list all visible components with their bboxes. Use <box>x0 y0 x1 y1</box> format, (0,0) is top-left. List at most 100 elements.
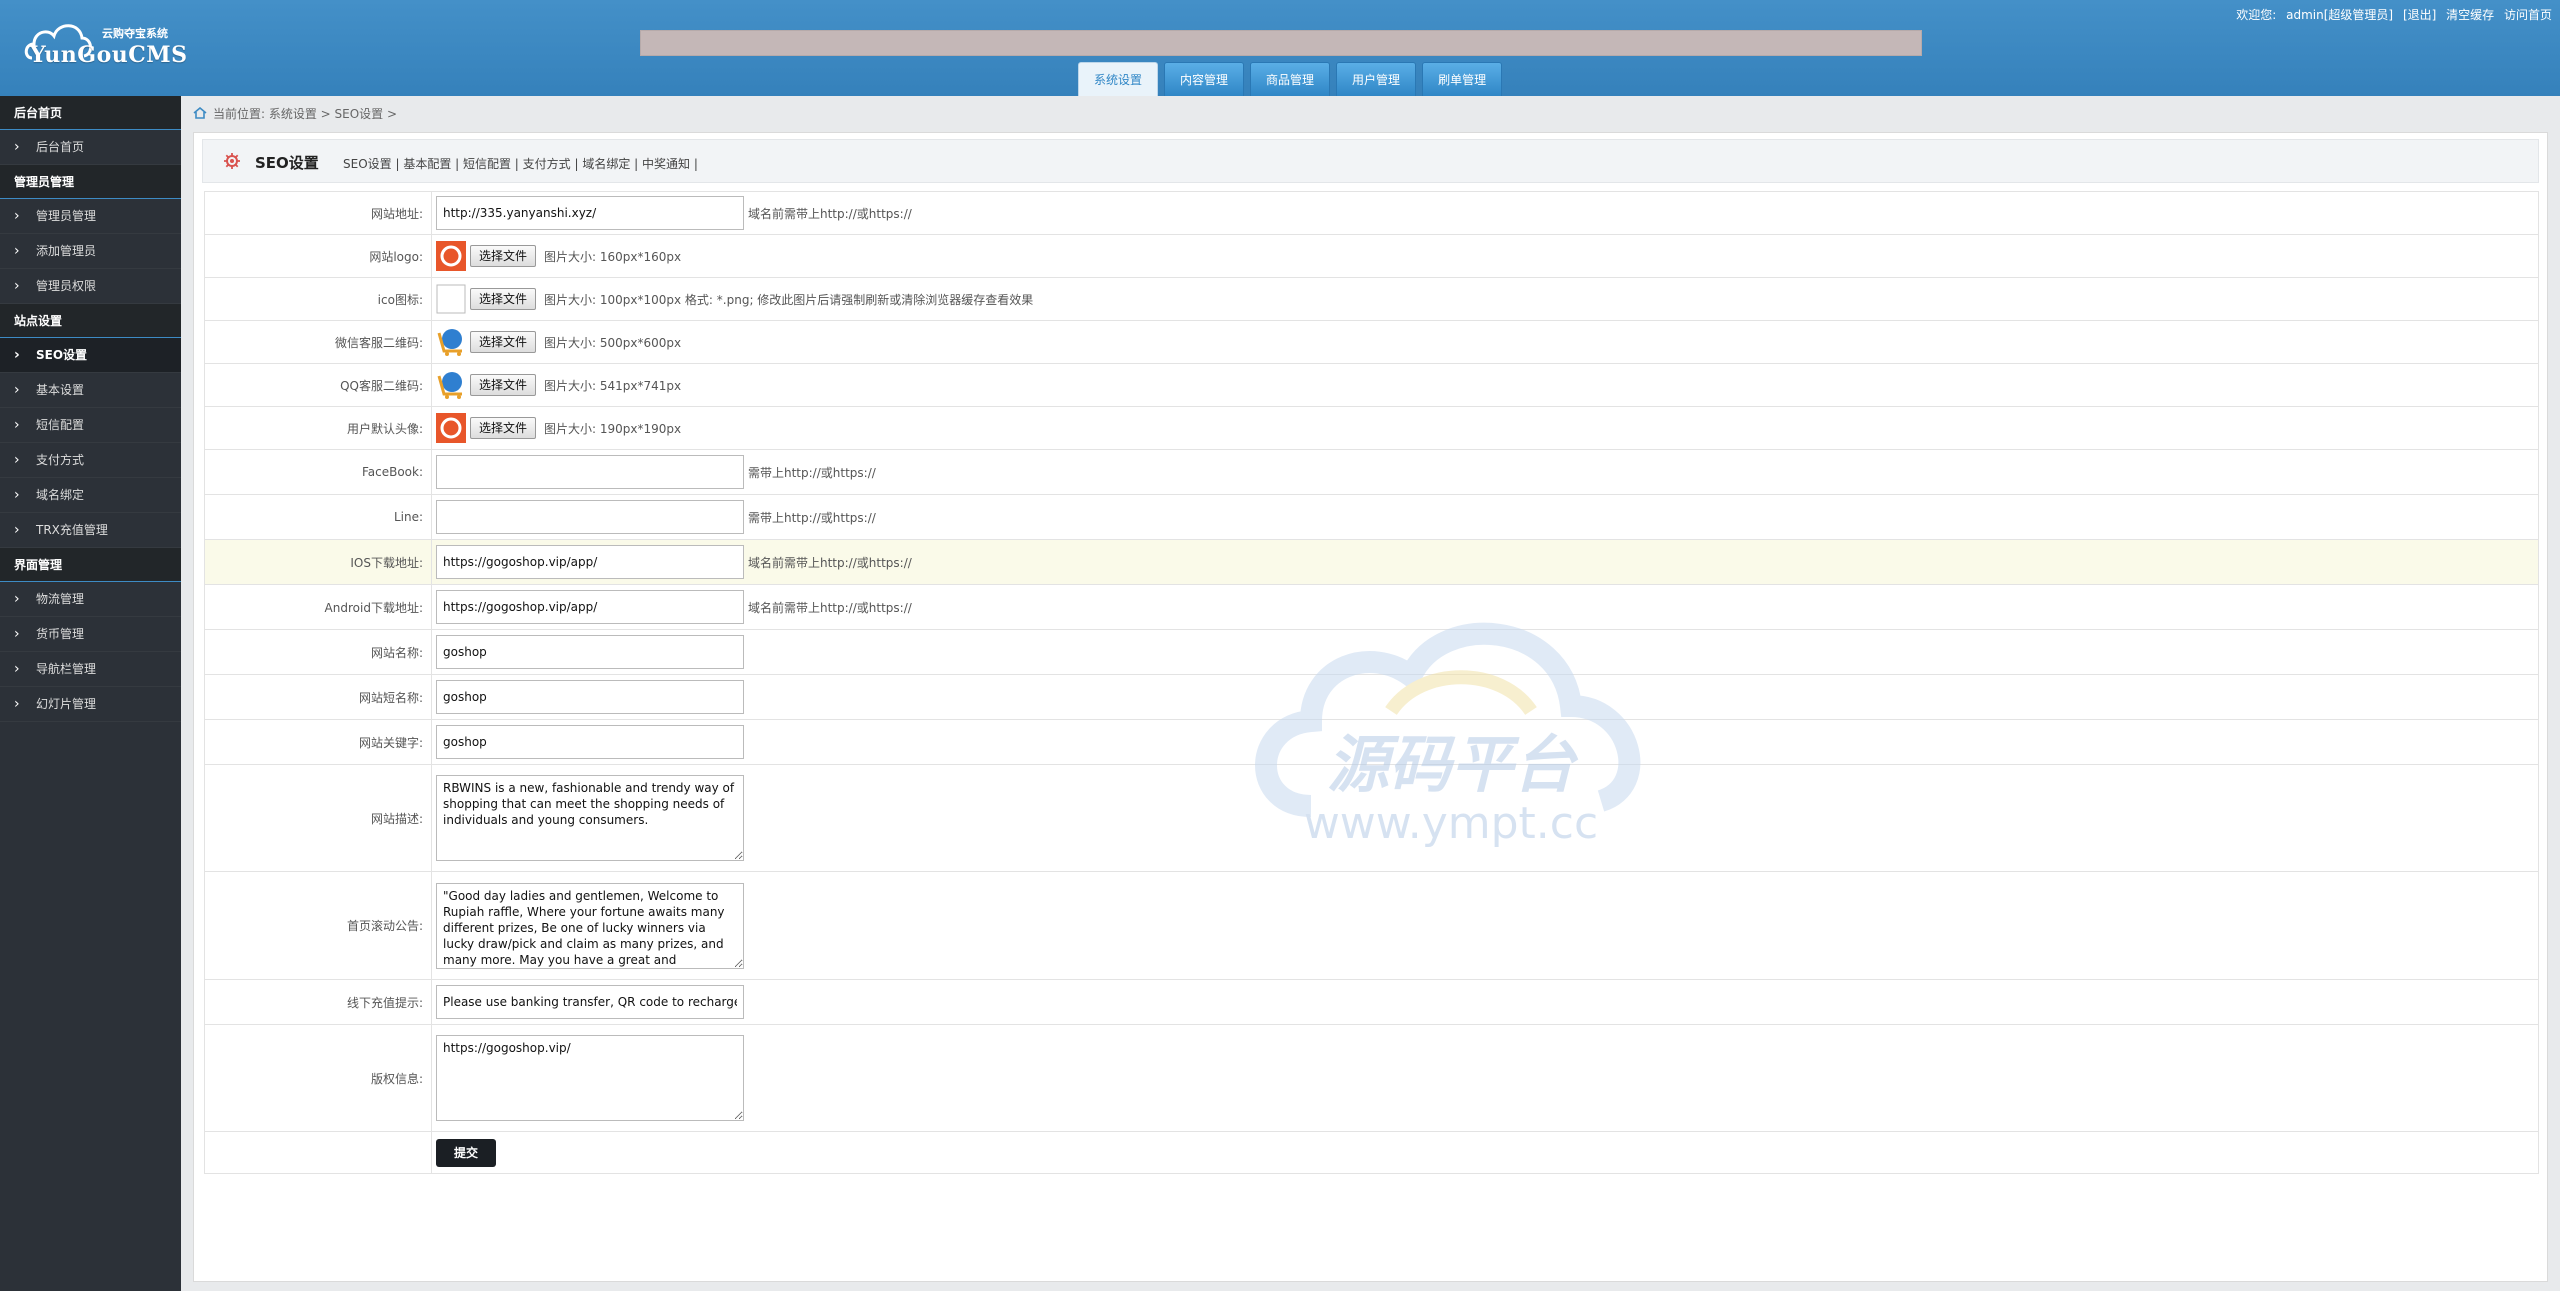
sidebar-item-trx[interactable]: › TRX充值管理 <box>0 513 181 548</box>
chevron-right-icon: › <box>14 347 20 363</box>
sidebar-item-label: 幻灯片管理 <box>36 697 97 711</box>
sidebar-item-label: 管理员管理 <box>36 209 97 223</box>
sidebar-item-navbar[interactable]: › 导航栏管理 <box>0 652 181 687</box>
sidebar-item-basic[interactable]: › 基本设置 <box>0 373 181 408</box>
gear-icon <box>224 153 240 169</box>
form-row-android: Android下载地址: 域名前需带上http://或https:// <box>204 584 2539 630</box>
chevron-right-icon: › <box>14 522 20 538</box>
current-user[interactable]: admin[超级管理员] <box>2286 8 2393 22</box>
site-url-input[interactable] <box>436 196 744 230</box>
sidebar-item-label: SEO设置 <box>36 348 88 362</box>
description-textarea[interactable]: RBWINS is a new, fashionable and trendy … <box>436 775 744 861</box>
top-header: 云购夺宝系统 YunGouCMS 欢迎您: admin[超级管理员] [退出] … <box>0 0 2560 96</box>
field-label: 版权信息: <box>204 1024 432 1132</box>
sidebar-item-logistics[interactable]: › 物流管理 <box>0 582 181 617</box>
visit-home-link[interactable]: 访问首页 <box>2504 8 2552 22</box>
ios-url-input[interactable] <box>436 545 744 579</box>
chevron-right-icon: › <box>14 139 20 155</box>
choose-logo-button[interactable]: 选择文件 <box>470 245 537 267</box>
cart-thumbnail-icon <box>437 329 462 356</box>
sidebar-item-slides[interactable]: › 幻灯片管理 <box>0 687 181 722</box>
home-icon <box>193 107 207 119</box>
main-tabs: 系统设置 内容管理 商品管理 用户管理 刷单管理 <box>1078 62 1503 96</box>
field-hint: 图片大小: 100px*100px 格式: *.png; 修改此图片后请强制刷新… <box>544 292 1034 307</box>
sidebar-section-site: 站点设置 <box>0 304 181 338</box>
line-input[interactable] <box>436 500 744 534</box>
tab-users[interactable]: 用户管理 <box>1336 62 1417 96</box>
chevron-right-icon: › <box>14 452 20 468</box>
copyright-textarea[interactable]: https://gogoshop.vip/ <box>436 1035 744 1121</box>
choose-wechat-qr-button[interactable]: 选择文件 <box>470 331 537 353</box>
chevron-right-icon: › <box>14 208 20 224</box>
notice-textarea[interactable]: "Good day ladies and gentlemen, Welcome … <box>436 882 744 969</box>
sidebar-section-home: 后台首页 <box>0 96 181 130</box>
android-url-input[interactable] <box>436 590 744 624</box>
site-short-name-input[interactable] <box>436 680 744 714</box>
clear-cache-link[interactable]: 清空缓存 <box>2446 8 2494 22</box>
sidebar: 后台首页 › 后台首页 管理员管理 › 管理员管理 › 添加管理员 › 管理员权限 站点… <box>0 96 181 1291</box>
submit-button[interactable]: 提交 <box>436 1138 497 1167</box>
sidebar-item-add-admin[interactable]: › 添加管理员 <box>0 234 181 269</box>
sidebar-section-admins: 管理员管理 <box>0 165 181 199</box>
field-hint: 图片大小: 500px*600px <box>544 335 682 350</box>
sidebar-item-sms[interactable]: › 短信配置 <box>0 408 181 443</box>
progress-bar <box>640 30 1922 56</box>
chevron-right-icon: › <box>14 661 20 677</box>
cart-thumbnail-icon <box>437 372 462 399</box>
sidebar-item-label: 短信配置 <box>36 418 85 432</box>
form-row-site-url: 网站地址: 域名前需带上http://或https:// <box>204 191 2539 235</box>
chevron-right-icon: › <box>14 591 20 607</box>
sidebar-item-dashboard[interactable]: › 后台首页 <box>0 130 181 165</box>
site-name-input[interactable] <box>436 635 744 669</box>
form-row-line: Line: 需带上http://或https:// <box>204 494 2539 540</box>
choose-qq-qr-button[interactable]: 选择文件 <box>470 374 537 396</box>
chevron-right-icon: › <box>14 626 20 642</box>
sidebar-item-domain[interactable]: › 域名绑定 <box>0 478 181 513</box>
sidebar-item-seo[interactable]: › SEO设置 <box>0 338 181 373</box>
sidebar-item-admin-perms[interactable]: › 管理员权限 <box>0 269 181 304</box>
sidebar-item-label: 基本设置 <box>36 383 85 397</box>
form-row-recharge-tip: 线下充值提示: <box>204 979 2539 1025</box>
field-hint: 需带上http://或https:// <box>748 510 876 525</box>
panel-title: SEO设置 <box>255 154 319 172</box>
top-user-bar: 欢迎您: admin[超级管理员] [退出] 清空缓存 访问首页 <box>2230 6 2552 23</box>
sidebar-item-label: TRX充值管理 <box>36 523 108 537</box>
logo-brand: YunGouCMS <box>30 42 188 68</box>
avatar-thumbnail-icon <box>436 413 466 443</box>
facebook-input[interactable] <box>436 455 744 489</box>
field-label: 网站名称: <box>204 629 432 675</box>
field-hint: 需带上http://或https:// <box>748 465 876 480</box>
field-hint: 图片大小: 541px*741px <box>544 378 682 393</box>
form-row-ios: IOS下载地址: 域名前需带上http://或https:// <box>204 539 2539 585</box>
form-row-submit: 提交 <box>204 1131 2539 1174</box>
choose-ico-button[interactable]: 选择文件 <box>470 288 537 310</box>
logo[interactable]: 云购夺宝系统 YunGouCMS <box>22 18 187 76</box>
tab-system-settings[interactable]: 系统设置 <box>1078 62 1159 96</box>
form-row-site-name: 网站名称: <box>204 629 2539 675</box>
keywords-input[interactable] <box>436 725 744 759</box>
tab-products[interactable]: 商品管理 <box>1250 62 1331 96</box>
panel-header: SEO设置 SEO设置 | 基本配置 | 短信配置 | 支付方式 | 域名绑定 … <box>202 139 2539 183</box>
panel-sub-links[interactable]: SEO设置 | 基本配置 | 短信配置 | 支付方式 | 域名绑定 | 中奖通知… <box>343 155 698 172</box>
field-label: Android下载地址: <box>204 584 432 630</box>
form-row-wechat-qr: 微信客服二维码: 选择文件 图片大小: 500px*600px <box>204 320 2539 364</box>
field-hint: 域名前需带上http://或https:// <box>748 600 912 615</box>
main-content: 当前位置: 系统设置 > SEO设置 > SEO设置 SEO设置 | 基本配置 … <box>181 96 2560 1291</box>
form-row-facebook: FaceBook: 需带上http://或https:// <box>204 449 2539 495</box>
sidebar-item-currency[interactable]: › 货币管理 <box>0 617 181 652</box>
sidebar-item-admin-manage[interactable]: › 管理员管理 <box>0 199 181 234</box>
recharge-tip-input[interactable] <box>436 985 744 1019</box>
sidebar-item-label: 物流管理 <box>36 592 85 606</box>
tab-orders[interactable]: 刷单管理 <box>1422 62 1503 96</box>
field-label: ico图标: <box>204 277 432 321</box>
tab-content[interactable]: 内容管理 <box>1164 62 1245 96</box>
field-label: 网站地址: <box>204 191 432 235</box>
sidebar-item-label: 货币管理 <box>36 627 85 641</box>
sidebar-item-payment[interactable]: › 支付方式 <box>0 443 181 478</box>
field-hint: 图片大小: 160px*160px <box>544 249 682 264</box>
form-row-ico: ico图标: 选择文件 图片大小: 100px*100px 格式: *.png; … <box>204 277 2539 321</box>
settings-panel: SEO设置 SEO设置 | 基本配置 | 短信配置 | 支付方式 | 域名绑定 … <box>193 132 2548 1282</box>
sidebar-item-label: 域名绑定 <box>36 488 85 502</box>
choose-avatar-button[interactable]: 选择文件 <box>470 417 537 439</box>
logout-link[interactable]: [退出] <box>2403 8 2436 22</box>
